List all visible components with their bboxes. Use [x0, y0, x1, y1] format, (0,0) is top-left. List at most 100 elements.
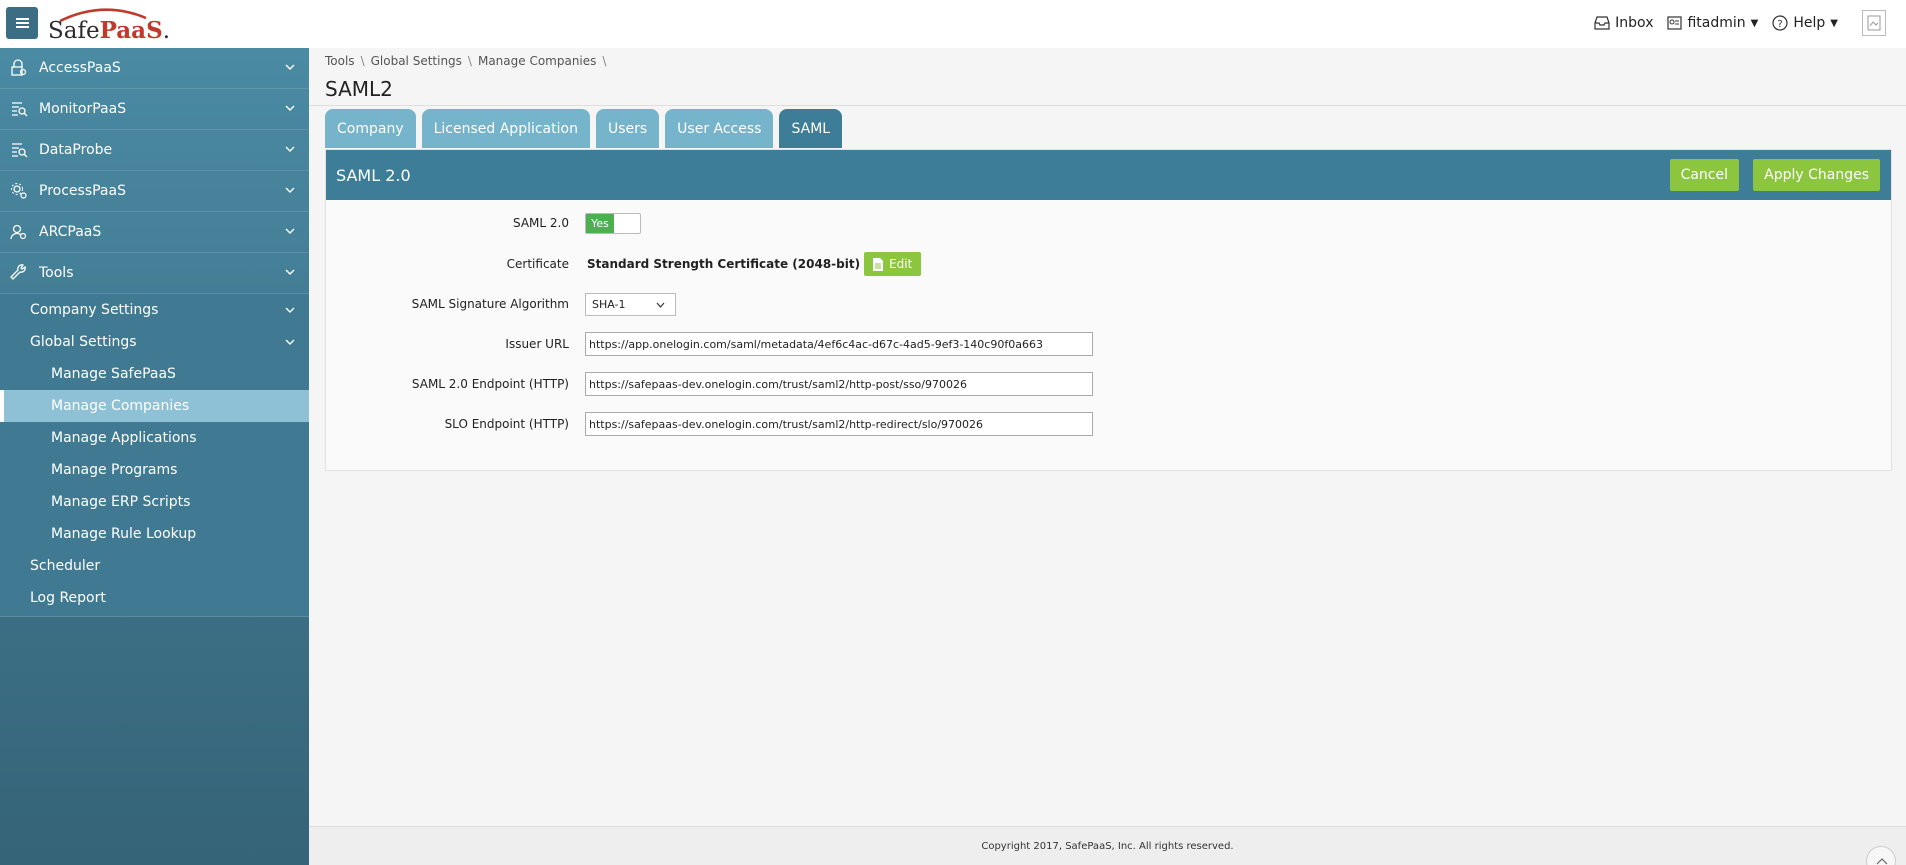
inbox-label: Inbox	[1615, 15, 1654, 31]
sidebar-item-label: AccessPaaS	[39, 60, 121, 76]
breadcrumb-item-tools[interactable]: Tools	[325, 54, 355, 68]
chevron-up-icon	[1876, 858, 1888, 865]
breadcrumb-item-manage-companies[interactable]: Manage Companies	[478, 54, 596, 68]
select-value: SHA-1	[592, 297, 626, 311]
sidebar-item-scheduler[interactable]: Scheduler	[0, 550, 309, 582]
inbox-link[interactable]: Inbox	[1594, 15, 1653, 31]
sidebar-item-label: Manage ERP Scripts	[51, 494, 191, 510]
form-row-certificate: Certificate Standard Strength Certificat…	[326, 251, 922, 277]
user-menu[interactable]: fitadmin ▼	[1667, 15, 1758, 31]
sidebar: AccessPaaS MonitorPaaS DataProbe Process…	[0, 48, 309, 865]
sidebar-item-company-settings[interactable]: Company Settings	[0, 294, 309, 326]
panel-title: SAML 2.0	[336, 165, 411, 185]
sidebar-item-manage-applications[interactable]: Manage Applications	[0, 422, 309, 454]
chevron-down-icon	[285, 146, 295, 152]
caret-down-icon: ▼	[1830, 17, 1838, 29]
wrench-icon	[10, 264, 26, 280]
sidebar-item-arcpaas[interactable]: ARCPaaS	[0, 212, 309, 253]
certificate-value: Standard Strength Certificate (2048-bit)	[587, 257, 861, 271]
scroll-to-top-button[interactable]	[1866, 846, 1896, 865]
panel-header: SAML 2.0 Cancel Apply Changes	[326, 150, 1891, 200]
copyright-text: Copyright 2017, SafePaaS, Inc. All right…	[981, 841, 1234, 852]
sidebar-item-label: Manage Rule Lookup	[51, 526, 197, 542]
sidebar-item-label: Manage Companies	[51, 398, 190, 414]
sidebar-item-label: MonitorPaaS	[39, 101, 127, 117]
sidebar-item-manage-safepaas[interactable]: Manage SafePaaS	[0, 358, 309, 390]
apply-changes-button[interactable]: Apply Changes	[1753, 159, 1880, 191]
issuer-url-input[interactable]: https://app.onelogin.com/saml/metadata/4…	[585, 332, 1093, 356]
page-title: SAML2	[325, 77, 393, 101]
issuer-label: Issuer URL	[505, 337, 569, 351]
certificate-label: Certificate	[506, 257, 569, 271]
breadcrumb-separator: \	[602, 54, 607, 68]
breadcrumb-item-global-settings[interactable]: Global Settings	[371, 54, 462, 68]
footer: Copyright 2017, SafePaaS, Inc. All right…	[309, 826, 1906, 865]
sidebar-item-processpaas[interactable]: ProcessPaaS	[0, 171, 309, 212]
form-row-endpoint: SAML 2.0 Endpoint (HTTP) https://safepaa…	[326, 371, 1093, 397]
chevron-down-icon	[285, 64, 295, 70]
logo-text-paas: PaaS	[99, 17, 163, 44]
tab-users[interactable]: Users	[595, 109, 660, 148]
tab-company[interactable]: Company	[325, 109, 416, 148]
saml-panel: SAML 2.0 Cancel Apply Changes SAML 2.0 Y…	[325, 149, 1892, 471]
sidebar-item-manage-companies[interactable]: Manage Companies	[0, 390, 309, 422]
hamburger-menu-button[interactable]	[6, 7, 38, 39]
chevron-down-icon	[285, 307, 295, 313]
caret-down-icon: ▼	[1750, 17, 1759, 29]
tab-user-access[interactable]: User Access	[665, 109, 774, 148]
edit-label: Edit	[889, 257, 913, 271]
saml-endpoint-input[interactable]: https://safepaas-dev.onelogin.com/trust/…	[585, 372, 1093, 396]
chevron-down-icon	[656, 302, 665, 308]
chevron-down-icon	[285, 228, 295, 234]
sidebar-item-label: Scheduler	[30, 558, 101, 574]
sidebar-item-manage-rule-lookup[interactable]: Manage Rule Lookup	[0, 518, 309, 550]
lock-search-icon	[11, 59, 27, 76]
inbox-icon	[1594, 16, 1610, 30]
sidebar-item-global-settings[interactable]: Global Settings	[0, 326, 309, 358]
help-menu[interactable]: ? Help ▼	[1772, 15, 1838, 31]
saml-label: SAML 2.0	[513, 216, 569, 230]
user-card-icon	[1667, 16, 1683, 30]
chevron-down-icon	[285, 269, 295, 275]
sidebar-item-label: Company Settings	[30, 302, 159, 318]
sidebar-item-monitorpaas[interactable]: MonitorPaaS	[0, 89, 309, 130]
chevron-down-icon	[285, 339, 295, 345]
endpoint-label: SAML 2.0 Endpoint (HTTP)	[411, 377, 569, 391]
algorithm-label: SAML Signature Algorithm	[411, 297, 569, 311]
sidebar-item-label: Manage Programs	[51, 462, 178, 478]
form-row-issuer: Issuer URL https://app.onelogin.com/saml…	[326, 331, 1093, 357]
edit-certificate-button[interactable]: Edit	[864, 252, 922, 276]
sidebar-item-label: DataProbe	[39, 142, 113, 158]
breadcrumb-separator: \	[360, 54, 365, 68]
tab-saml[interactable]: SAML	[779, 109, 843, 148]
slo-endpoint-input[interactable]: https://safepaas-dev.onelogin.com/trust/…	[585, 412, 1093, 436]
sidebar-item-dataprobe[interactable]: DataProbe	[0, 130, 309, 171]
user-name: fitadmin	[1687, 15, 1746, 31]
form-row-slo: SLO Endpoint (HTTP) https://safepaas-dev…	[326, 411, 1093, 437]
sidebar-item-label: ProcessPaaS	[39, 183, 126, 199]
monitor-search-icon	[12, 102, 28, 117]
sidebar-item-log-report[interactable]: Log Report	[0, 582, 309, 614]
user-avatar[interactable]	[1862, 10, 1886, 36]
sidebar-item-manage-erp-scripts[interactable]: Manage ERP Scripts	[0, 486, 309, 518]
gears-icon	[11, 183, 27, 199]
slo-label: SLO Endpoint (HTTP)	[444, 417, 569, 431]
svg-text:?: ?	[1778, 19, 1783, 30]
breadcrumb-separator: \	[467, 54, 472, 68]
sidebar-item-tools[interactable]: Tools	[0, 253, 309, 294]
sidebar-item-manage-programs[interactable]: Manage Programs	[0, 454, 309, 486]
saml-toggle[interactable]: Yes	[585, 212, 641, 234]
help-icon: ?	[1772, 15, 1788, 31]
signature-algorithm-select[interactable]: SHA-1	[585, 292, 676, 316]
form-row-saml: SAML 2.0 Yes	[326, 210, 641, 236]
tab-bar: Company Licensed Application Users User …	[325, 109, 843, 148]
saml-toggle-on: Yes	[586, 213, 614, 233]
chevron-down-icon	[285, 187, 295, 193]
sidebar-item-accesspaas[interactable]: AccessPaaS	[0, 48, 309, 89]
logo-text-dot: .	[162, 18, 170, 44]
tools-submenu: Company Settings Global Settings Manage …	[0, 294, 309, 617]
tab-licensed-application[interactable]: Licensed Application	[421, 109, 590, 148]
sidebar-item-label: Tools	[39, 265, 74, 281]
cancel-button[interactable]: Cancel	[1669, 159, 1739, 191]
broken-image-icon	[1867, 15, 1881, 31]
